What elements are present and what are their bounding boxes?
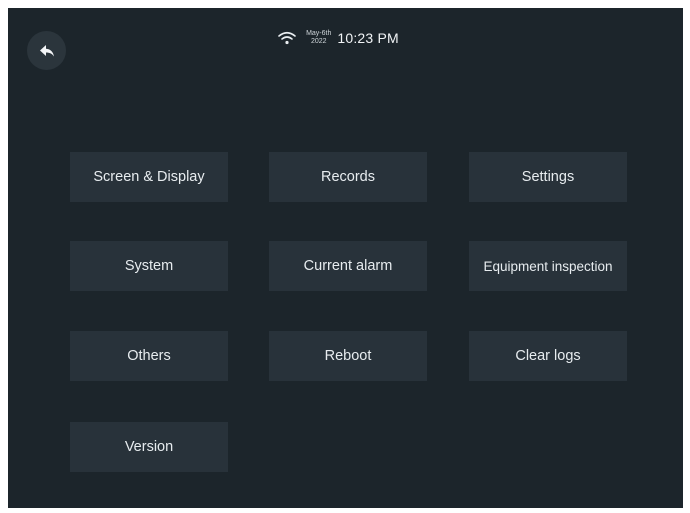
others-button[interactable]: Others	[70, 331, 228, 381]
equipment-inspection-button[interactable]: Equipment inspection	[469, 241, 627, 291]
settings-menu-screen: May-6th 2022 10:23 PM Screen & Display R…	[8, 8, 683, 508]
system-button[interactable]: System	[70, 241, 228, 291]
clear-logs-button[interactable]: Clear logs	[469, 331, 627, 381]
reboot-button[interactable]: Reboot	[269, 331, 427, 381]
date-display: May-6th 2022	[306, 30, 331, 46]
current-alarm-button[interactable]: Current alarm	[269, 241, 427, 291]
wifi-icon	[278, 31, 296, 45]
back-button[interactable]	[27, 31, 66, 70]
back-arrow-icon	[39, 44, 55, 58]
status-bar: May-6th 2022 10:23 PM	[8, 26, 683, 50]
screen-display-button[interactable]: Screen & Display	[70, 152, 228, 202]
version-button[interactable]: Version	[70, 422, 228, 472]
records-button[interactable]: Records	[269, 152, 427, 202]
date-month-day: May-6th	[306, 30, 332, 37]
clock-time: 10:23 PM	[337, 30, 399, 46]
date-year: 2022	[310, 38, 327, 45]
settings-button[interactable]: Settings	[469, 152, 627, 202]
